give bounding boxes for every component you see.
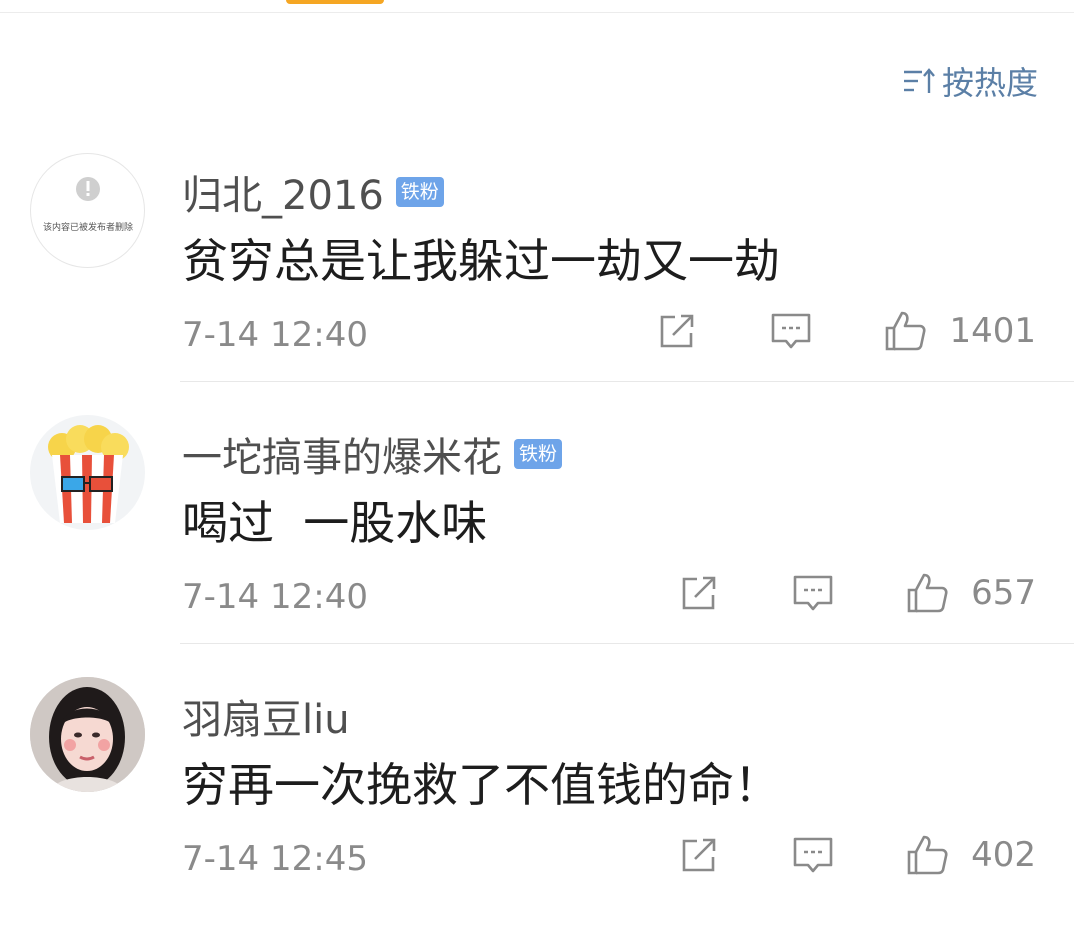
- sort-hot-icon: [903, 68, 935, 93]
- comment-time: 7-14 12:40: [182, 577, 368, 617]
- comment-time: 7-14 12:40: [182, 315, 368, 355]
- comment-text: 喝过 一股水味: [182, 496, 488, 550]
- share-icon[interactable]: [677, 833, 721, 877]
- top-bar: [0, 0, 1074, 13]
- comment-actions: 402: [677, 833, 1036, 877]
- deleted-avatar-image: 该内容已被发布者删除: [43, 177, 133, 233]
- comment-actions: 1401: [655, 309, 1036, 353]
- like-count: 1401: [949, 311, 1036, 351]
- comment-text: 穷再一次挽救了不值钱的命！: [182, 758, 780, 812]
- avatar[interactable]: [30, 415, 145, 530]
- username-text: 羽扇豆liu: [182, 697, 350, 743]
- avatar-deleted-text: 该内容已被发布者删除: [43, 221, 133, 233]
- avatar[interactable]: [30, 677, 145, 792]
- share-icon[interactable]: [655, 309, 699, 353]
- popcorn-avatar-image: [48, 425, 129, 523]
- comment-text: 贫穷总是让我躲过一劫又一劫: [182, 234, 780, 288]
- like-count: 657: [971, 573, 1036, 613]
- comment-item: 一坨搞事的爆米花 铁粉 喝过 一股水味 7-14 12:40 657: [0, 415, 1074, 677]
- fan-badge: 铁粉: [514, 439, 563, 469]
- comment-item: 该内容已被发布者删除 归北_2016 铁粉 贫穷总是让我躲过一劫又一劫 7-14…: [0, 153, 1074, 415]
- divider: [180, 381, 1074, 382]
- divider: [180, 643, 1074, 644]
- comment-time: 7-14 12:45: [182, 839, 368, 879]
- username[interactable]: 羽扇豆liu: [182, 687, 350, 745]
- like-icon[interactable]: [905, 833, 949, 877]
- username[interactable]: 一坨搞事的爆米花 铁粉: [182, 425, 563, 483]
- fan-badge: 铁粉: [395, 177, 444, 207]
- username-text: 一坨搞事的爆米花: [182, 435, 502, 481]
- active-tab-indicator: [286, 0, 384, 4]
- like-icon[interactable]: [883, 309, 927, 353]
- comment-actions: 657: [677, 571, 1036, 615]
- reply-icon[interactable]: [769, 309, 813, 353]
- user-photo-avatar: [30, 677, 145, 792]
- username[interactable]: 归北_2016 铁粉: [182, 163, 444, 221]
- comment-item: 羽扇豆liu 穷再一次挽救了不值钱的命！ 7-14 12:45 402: [0, 677, 1074, 939]
- avatar[interactable]: 该内容已被发布者删除: [30, 153, 145, 268]
- reply-icon[interactable]: [791, 571, 835, 615]
- sort-by-hot-button[interactable]: 按热度: [902, 58, 1038, 104]
- reply-icon[interactable]: [791, 833, 835, 877]
- username-text: 归北_2016: [182, 173, 384, 219]
- sort-label: 按热度: [941, 64, 1038, 102]
- share-icon[interactable]: [677, 571, 721, 615]
- like-count: 402: [971, 835, 1036, 875]
- like-icon[interactable]: [905, 571, 949, 615]
